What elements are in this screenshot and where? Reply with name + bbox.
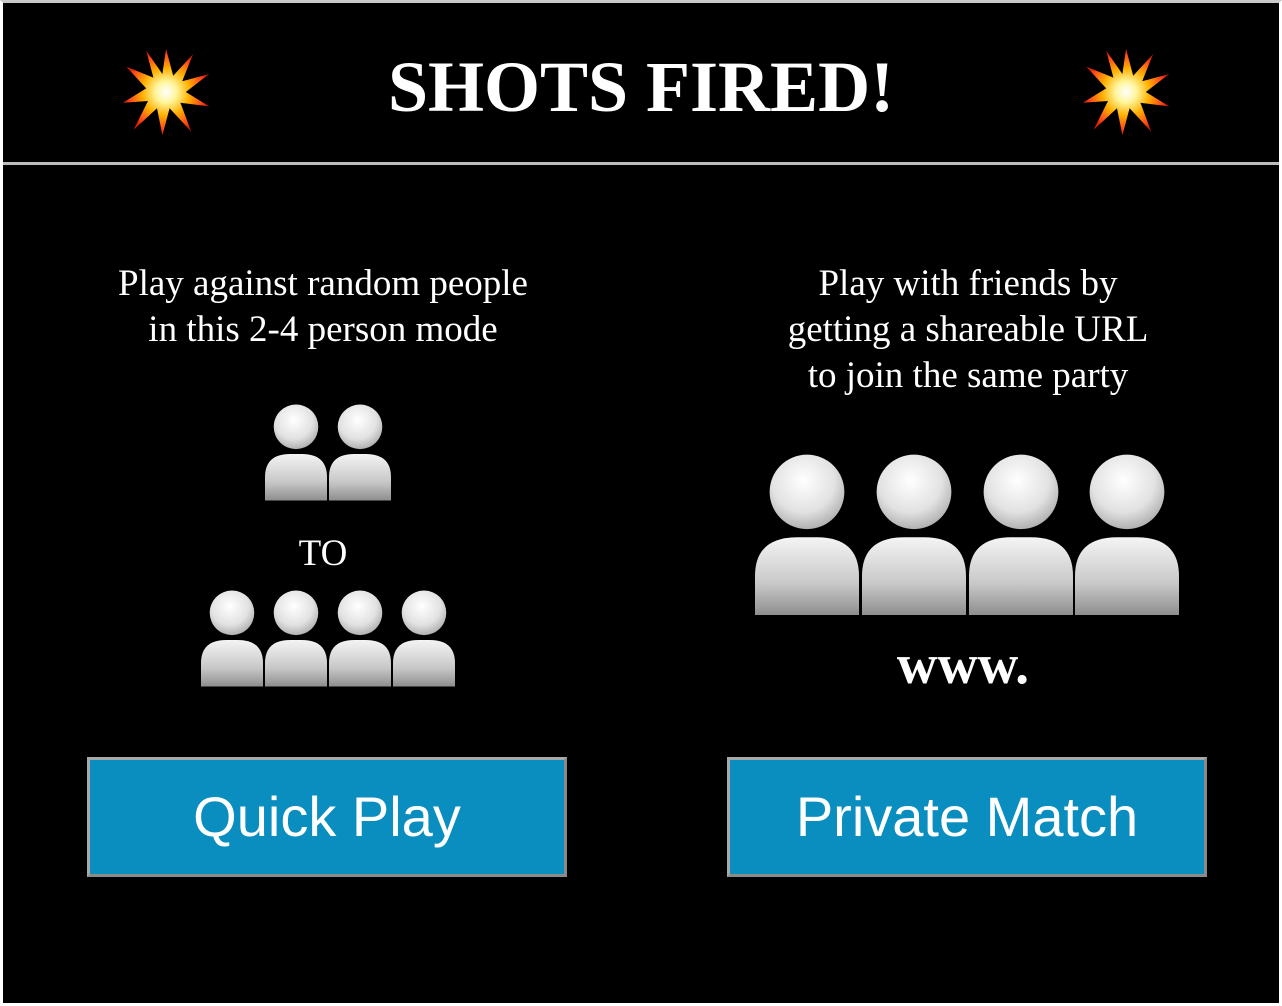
- private-match-description-line: Play with friends by: [818, 263, 1118, 304]
- private-match-description-line: to join the same party: [807, 355, 1129, 396]
- person-icon: [862, 453, 966, 615]
- to-label: TO: [298, 533, 348, 574]
- four-people-icon: [755, 453, 1179, 615]
- game-lobby: SHOTS FIRED! Play against random people …: [0, 0, 1282, 1006]
- two-people-icon: [265, 403, 391, 501]
- person-icon: [755, 453, 859, 615]
- person-icon: [265, 589, 327, 687]
- collision-burst-icon: [1081, 47, 1171, 137]
- person-icon: [969, 453, 1073, 615]
- person-icon: [265, 403, 327, 501]
- person-icon: [393, 589, 455, 687]
- private-match-button[interactable]: Private Match: [727, 757, 1207, 877]
- private-match-description: Play with friends by getting a shareable…: [683, 261, 1253, 399]
- quick-play-description: Play against random people in this 2-4 p…: [43, 261, 603, 353]
- quick-play-button[interactable]: Quick Play: [87, 757, 567, 877]
- quick-play-description-line: Play against random people: [118, 263, 528, 304]
- person-icon: [329, 403, 391, 501]
- person-icon: [201, 589, 263, 687]
- url-label: www.: [896, 634, 1030, 696]
- header: SHOTS FIRED!: [3, 3, 1279, 165]
- quick-play-description-line: in this 2-4 person mode: [148, 309, 498, 350]
- person-icon: [329, 589, 391, 687]
- four-people-icon: [201, 589, 455, 687]
- person-icon: [1075, 453, 1179, 615]
- private-match-description-line: getting a shareable URL: [787, 309, 1149, 350]
